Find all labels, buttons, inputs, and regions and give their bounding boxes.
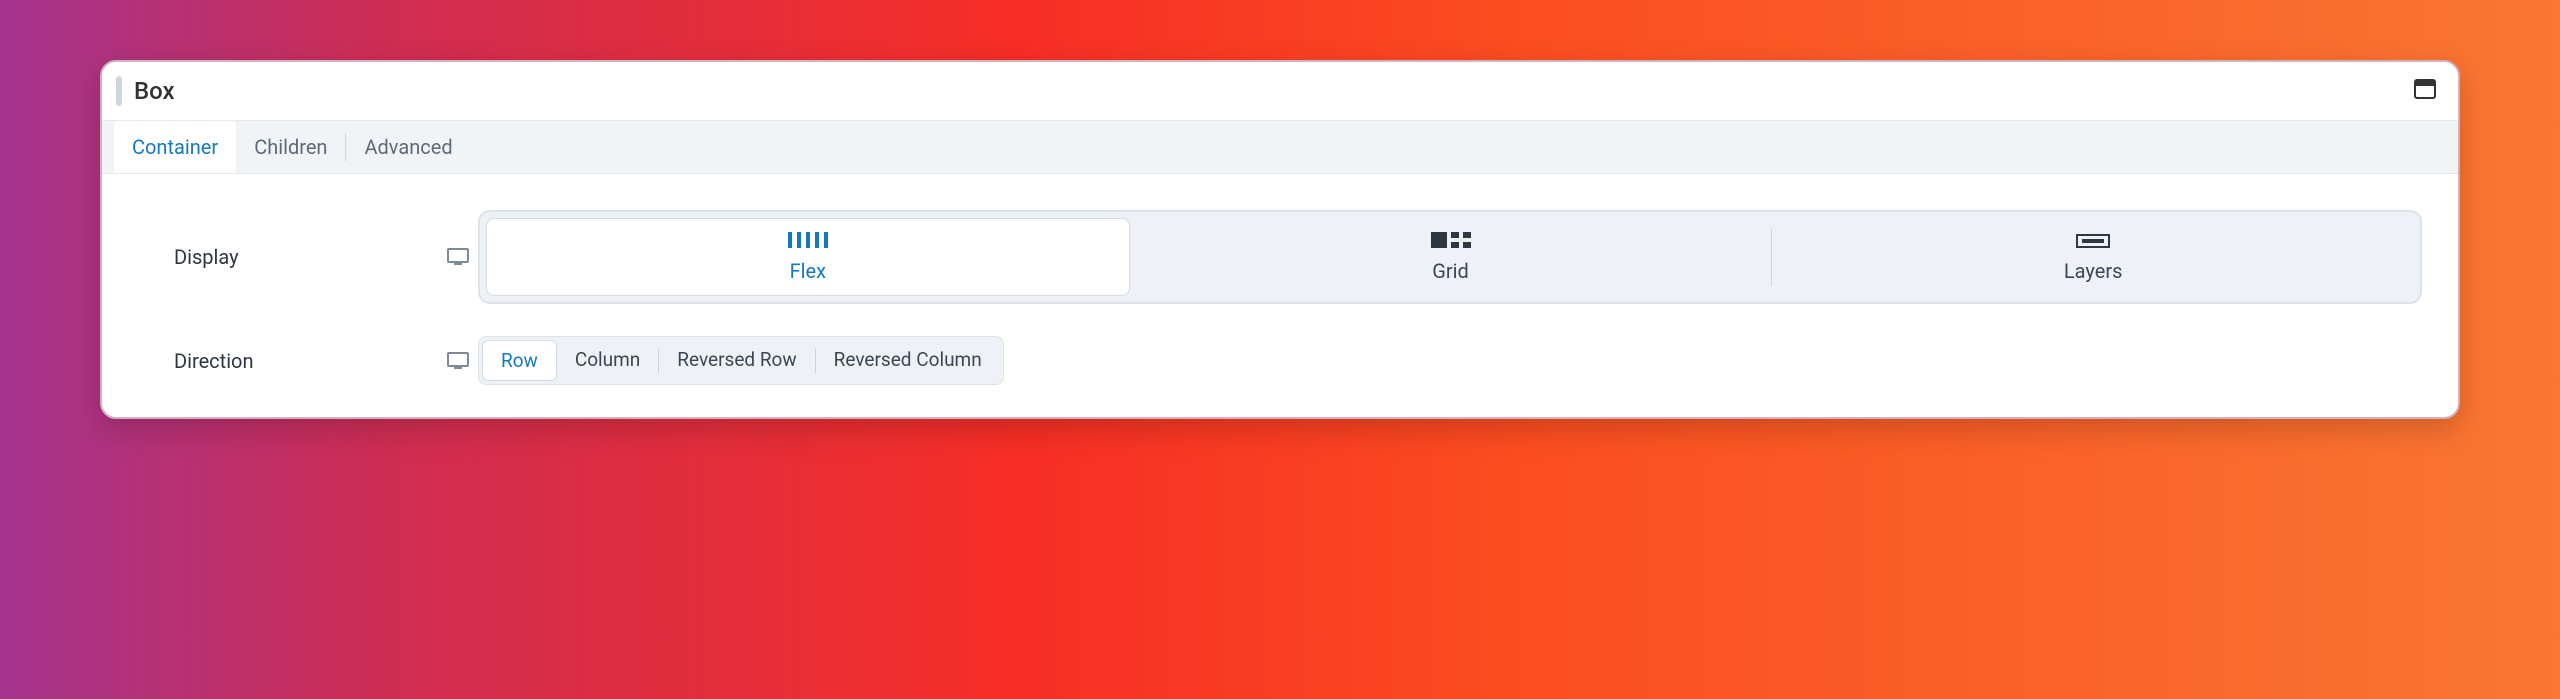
panel-title-wrap: Box (116, 76, 175, 106)
window-icon[interactable] (2414, 79, 2436, 103)
panel-header: Box (102, 62, 2458, 120)
row-label-direction: Direction (138, 349, 438, 373)
properties-panel: Box Container Children Advanced Display (100, 60, 2460, 419)
drag-handle-icon[interactable] (116, 76, 122, 106)
layers-icon (2076, 229, 2110, 253)
row-label-display: Display (138, 245, 438, 269)
flex-icon (786, 229, 830, 253)
tab-content: Display (102, 174, 2458, 385)
direction-option-row[interactable]: Row (482, 340, 557, 381)
direction-controls: Row Column Reversed Row Reversed Column (478, 336, 2422, 385)
display-option-flex[interactable]: Flex (486, 218, 1130, 296)
display-controls: Flex Grid (478, 210, 2422, 304)
display-option-grid-label: Grid (1432, 259, 1469, 283)
direction-option-reversed-row[interactable]: Reversed Row (659, 340, 814, 381)
display-segmented: Flex Grid (478, 210, 2422, 304)
tab-advanced[interactable]: Advanced (346, 121, 470, 173)
display-option-flex-label: Flex (790, 259, 826, 283)
row-display: Display (138, 210, 2422, 304)
tab-container[interactable]: Container (114, 121, 236, 173)
direction-segmented: Row Column Reversed Row Reversed Column (478, 336, 1004, 385)
direction-option-column[interactable]: Column (557, 340, 658, 381)
display-option-grid[interactable]: Grid (1130, 218, 1772, 296)
breakpoint-icon[interactable] (438, 248, 478, 266)
tab-children[interactable]: Children (236, 121, 345, 173)
tabs: Container Children Advanced (102, 120, 2458, 174)
direction-option-reversed-column[interactable]: Reversed Column (816, 340, 1000, 381)
display-option-layers[interactable]: Layers (1772, 218, 2414, 296)
grid-icon (1431, 229, 1471, 253)
breakpoint-icon[interactable] (438, 352, 478, 370)
panel-title: Box (134, 77, 175, 105)
row-direction: Direction Row Column Reversed Row Revers… (138, 336, 2422, 385)
display-option-layers-label: Layers (2064, 259, 2123, 283)
